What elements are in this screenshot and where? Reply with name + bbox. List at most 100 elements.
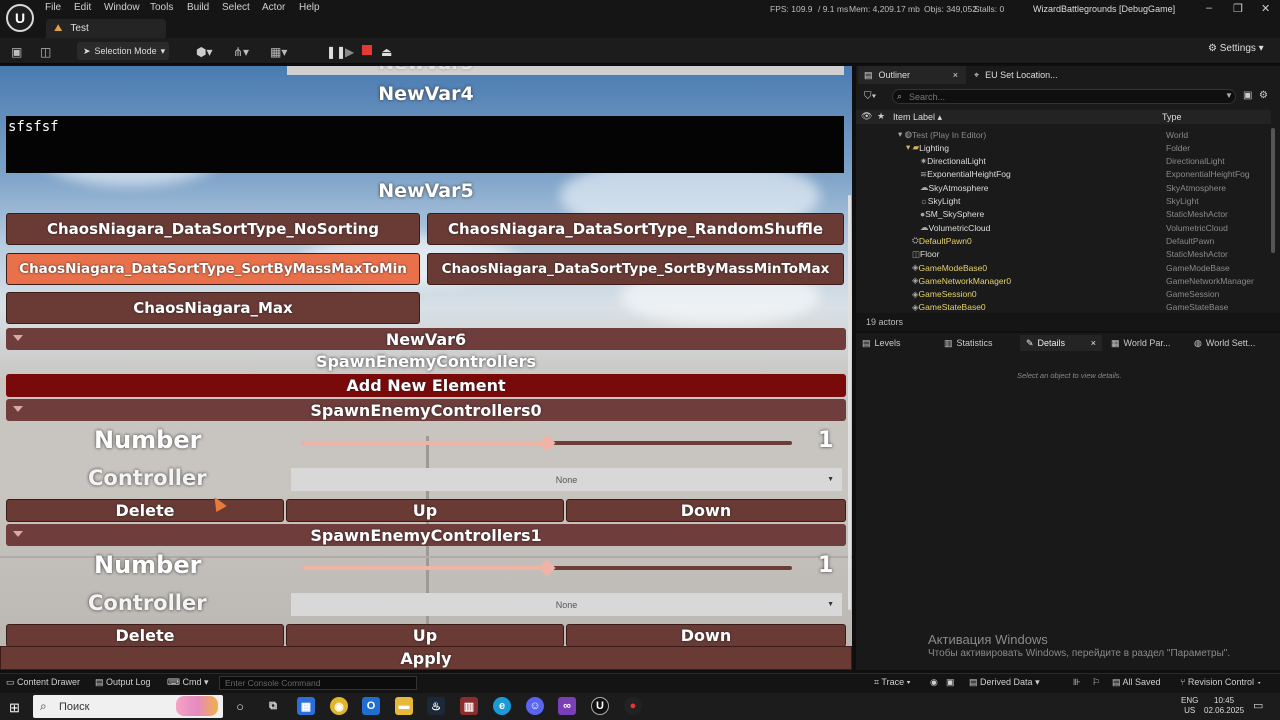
outliner-row[interactable]: ● SM_SkySphere (920, 208, 984, 221)
cmd-dropdown[interactable]: ⌨ Cmd ▾ (167, 677, 209, 688)
outliner-row[interactable]: ▾ ◍ Test (Play In Editor) (898, 128, 986, 141)
newvar4-textbox[interactable]: sfsfsf (6, 116, 844, 173)
entry1-slider-knob[interactable] (538, 559, 556, 577)
enum-nosorting-button[interactable]: ChaosNiagara_DataSortType_NoSorting (6, 213, 420, 245)
steam-icon[interactable]: ♨ (427, 697, 445, 715)
tab-world-settings[interactable]: ◍ World Sett... (1194, 335, 1255, 351)
menu-window[interactable]: Window (104, 2, 140, 13)
blueprint-icon[interactable]: ⋔▾ (233, 45, 249, 59)
outliner-row[interactable]: ⛭ DefaultPawn0 (912, 234, 972, 247)
all-saved-button[interactable]: ▤ All Saved (1112, 677, 1161, 688)
outliner-tab[interactable]: ▤ Outliner × (858, 66, 966, 84)
entry1-number-slider[interactable] (302, 559, 792, 577)
col-item-label[interactable]: Item Label ▴ (893, 110, 942, 124)
pin-icon[interactable]: ★ (877, 111, 885, 122)
tab-world-partition[interactable]: ▦ World Par... (1111, 335, 1170, 351)
edge-icon[interactable]: e (493, 697, 511, 715)
save-icon[interactable]: ▣ (11, 45, 22, 59)
windows-start-icon[interactable]: ⊞ (9, 700, 20, 716)
unreal-editor-icon[interactable]: U (591, 697, 609, 715)
menu-tools[interactable]: Tools (150, 2, 173, 13)
step-icon[interactable]: ▶ (345, 45, 354, 59)
outliner-row[interactable]: ◫ Floor (912, 248, 939, 261)
enum-randomshuffle-button[interactable]: ChaosNiagara_DataSortType_RandomShuffle (427, 213, 844, 245)
console-command-input[interactable]: Enter Console Command (219, 676, 417, 690)
language-indicator[interactable]: ENG US (1181, 696, 1198, 716)
entry0-controller-combo[interactable]: None ▼ (291, 468, 842, 491)
maximize-icon[interactable]: ❐ (1233, 2, 1243, 15)
outliner-row[interactable]: ◈ GameSession0 (912, 288, 977, 301)
settings-button[interactable]: ⚙ Settings ▾ (1208, 43, 1264, 54)
screenshot-icon[interactable]: ▣ (946, 677, 955, 688)
outliner-row[interactable]: ☁ VolumetricCloud (920, 221, 990, 234)
chevron-down-icon[interactable]: ▼ (1225, 91, 1233, 100)
collapse-arrow-icon[interactable] (13, 406, 23, 412)
enum-maxtomin-button[interactable]: ChaosNiagara_DataSortType_SortByMassMaxT… (6, 253, 420, 285)
tab-levels[interactable]: ▤ Levels (862, 335, 901, 351)
content-browser-icon[interactable]: ◫ (40, 45, 51, 59)
clock[interactable]: 10:45 02.06.2025 (1204, 696, 1244, 716)
entry0-down-button[interactable]: Down (566, 499, 846, 522)
outliner-row[interactable]: ◈ GameNetworkManager0 (912, 274, 1011, 287)
record-icon[interactable]: ◉ (930, 677, 938, 688)
pause-icon[interactable]: ❚❚ (326, 45, 346, 59)
chrome-icon[interactable]: ◉ (330, 697, 348, 715)
game-viewport[interactable]: NewVar3 NewVar4 sfsfsf NewVar5 ChaosNiag… (0, 66, 852, 670)
winrar-icon[interactable]: ▥ (460, 697, 478, 715)
add-actor-icon[interactable]: ⬢▾ (196, 45, 213, 59)
entry1-down-button[interactable]: Down (566, 624, 846, 647)
outliner-scrollbar[interactable] (1271, 128, 1275, 253)
menu-select[interactable]: Select (222, 2, 250, 13)
menu-help[interactable]: Help (299, 2, 320, 13)
selection-mode-dropdown[interactable]: ➤ Selection Mode ▾ (77, 42, 169, 60)
outliner-row[interactable]: ◈ GameModeBase0 (912, 261, 987, 274)
enum-mintomax-button[interactable]: ChaosNiagara_DataSortType_SortByMassMinT… (427, 253, 844, 285)
source-control-icon[interactable]: ⊪ (1073, 677, 1081, 688)
tab-details[interactable]: ✎ Details × (1020, 335, 1102, 351)
entry1-header[interactable]: SpawnEnemyControllers1 (6, 524, 846, 546)
collapse-arrow-icon[interactable] (13, 335, 23, 341)
cortana-icon[interactable]: ○ (231, 697, 249, 715)
outliner-row[interactable]: ◈ GameStateBase0 (912, 301, 986, 314)
menu-build[interactable]: Build (187, 2, 209, 13)
obs-icon[interactable]: ● (624, 697, 642, 715)
derived-data-dropdown[interactable]: ▤ Derived Data ▾ (969, 677, 1040, 688)
col-type[interactable]: Type (1162, 110, 1182, 124)
eu-set-location-tab[interactable]: ⌖ EU Set Location... (974, 66, 1058, 84)
entry1-delete-button[interactable]: Delete (6, 624, 284, 647)
collapse-arrow-icon[interactable] (13, 531, 23, 537)
discord-icon[interactable]: ☺ (526, 697, 544, 715)
enum-max-button[interactable]: ChaosNiagara_Max (6, 292, 420, 324)
outliner-search-input[interactable]: Search... (892, 89, 1236, 104)
unreal-logo-icon[interactable]: U (6, 4, 34, 32)
entry0-delete-button[interactable]: Delete (6, 499, 284, 522)
outliner-row[interactable]: ▾ ▰ Lighting (906, 141, 949, 154)
close-icon[interactable]: ✕ (1261, 2, 1270, 15)
trace-dropdown[interactable]: ⌗ Trace ▾ (874, 677, 910, 688)
viewport-scrollbar[interactable] (848, 195, 851, 610)
outliner-row[interactable]: ☼ SkyLight (920, 195, 960, 208)
outliner-row[interactable]: ✷ DirectionalLight (920, 155, 986, 168)
entry0-header[interactable]: SpawnEnemyControllers0 (6, 399, 846, 421)
outliner-row[interactable]: ≋ ExponentialHeightFog (920, 168, 1011, 181)
cinematics-icon[interactable]: ▦▾ (270, 45, 287, 59)
tab-statistics[interactable]: ▥ Statistics (944, 335, 993, 351)
bell-icon[interactable]: ⚐ (1092, 677, 1100, 688)
outliner-row[interactable]: ☁ SkyAtmosphere (920, 181, 989, 194)
menu-file[interactable]: File (45, 2, 61, 13)
newvar6-header[interactable]: NewVar6 (6, 328, 846, 350)
add-new-element-button[interactable]: Add New Element (6, 374, 846, 397)
entry0-number-slider[interactable] (302, 434, 792, 452)
filter-icon[interactable]: ⛉▾ (864, 91, 876, 102)
minimize-icon[interactable]: – (1206, 2, 1212, 14)
entry0-up-button[interactable]: Up (286, 499, 564, 522)
eject-icon[interactable]: ⏏ (381, 45, 392, 59)
menu-actor[interactable]: Actor (262, 2, 285, 13)
close-icon[interactable]: × (953, 70, 958, 80)
entry1-up-button[interactable]: Up (286, 624, 564, 647)
level-tab[interactable]: ⛰ Test (46, 19, 166, 38)
apply-button[interactable]: Apply (0, 646, 852, 670)
outlook-icon[interactable]: O (362, 697, 380, 715)
notification-icon[interactable]: ▭ (1253, 699, 1263, 712)
visibility-icon[interactable]: 👁 (861, 111, 872, 122)
